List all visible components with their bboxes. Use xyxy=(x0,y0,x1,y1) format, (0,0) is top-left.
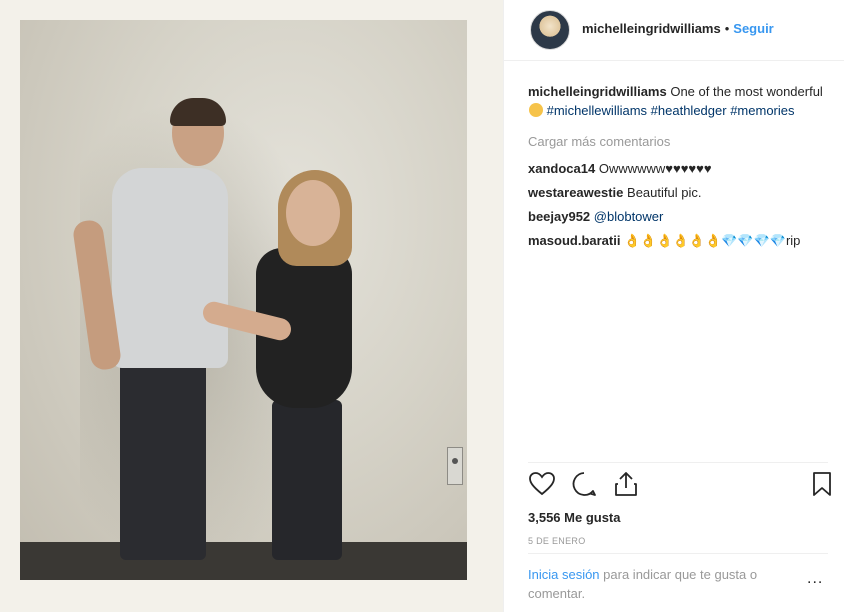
hashtag-link[interactable]: #memories xyxy=(730,103,794,118)
comment-mention-link[interactable]: @blobtower xyxy=(594,209,664,224)
wall-outlet xyxy=(447,447,463,485)
heart-icon[interactable] xyxy=(528,470,556,498)
follow-button[interactable]: Seguir xyxy=(733,21,773,36)
header-text: michelleingridwilliams • Seguir xyxy=(582,21,774,36)
more-options-icon[interactable]: ... xyxy=(807,570,823,588)
divider xyxy=(528,462,828,463)
post-sidebar: michelleingridwilliams • Seguir michellein… xyxy=(503,0,844,612)
comment-item: beejay952 @blobtower xyxy=(528,207,828,226)
load-more-comments-button[interactable]: Cargar más comentarios xyxy=(528,132,828,151)
post-photo[interactable] xyxy=(20,20,467,580)
post-date: 5 DE ENERO xyxy=(528,536,586,546)
likes-count[interactable]: 3,556 Me gusta xyxy=(528,510,621,525)
smile-emoji-icon xyxy=(529,103,543,117)
instagram-post: michelleingridwilliams • Seguir michellein… xyxy=(0,0,844,612)
comment-text: Owwwwww♥♥♥♥♥♥ xyxy=(598,161,712,176)
action-bar xyxy=(528,470,831,502)
comment-username[interactable]: xandoca14 xyxy=(528,161,595,176)
comment-username[interactable]: masoud.baratii xyxy=(528,233,620,248)
hashtag-link[interactable]: #heathledger xyxy=(651,103,727,118)
caption: michelleingridwilliams One of the most w… xyxy=(528,82,828,120)
header-separator: • xyxy=(724,21,730,36)
comment-item: xandoca14 Owwwwww♥♥♥♥♥♥ xyxy=(528,159,828,178)
comment-username[interactable]: westareawestie xyxy=(528,185,623,200)
caption-text: One of the most wonderful xyxy=(670,84,823,99)
post-photo-area xyxy=(0,0,503,612)
divider xyxy=(528,553,828,554)
comment-icon[interactable] xyxy=(570,470,598,498)
header-username[interactable]: michelleingridwilliams xyxy=(582,21,721,36)
login-prompt: Inicia sesión para indicar que te gusta … xyxy=(528,565,788,603)
comment-item: westareawestie Beautiful pic. xyxy=(528,183,828,202)
hashtag-link[interactable]: #michellewilliams xyxy=(547,103,647,118)
comment-username[interactable]: beejay952 xyxy=(528,209,590,224)
comments-section: michelleingridwilliams One of the most w… xyxy=(528,82,828,255)
comment-text: 👌👌👌👌👌👌💎💎💎💎rip xyxy=(624,233,801,248)
bookmark-icon[interactable] xyxy=(808,470,836,498)
caption-username[interactable]: michelleingridwilliams xyxy=(528,84,667,99)
photo-floor xyxy=(20,542,467,580)
comment-item: masoud.baratii 👌👌👌👌👌👌💎💎💎💎rip xyxy=(528,231,828,250)
share-icon[interactable] xyxy=(612,470,640,498)
post-header: michelleingridwilliams • Seguir xyxy=(504,0,844,61)
login-link[interactable]: Inicia sesión xyxy=(528,567,600,582)
comment-text: Beautiful pic. xyxy=(627,185,702,200)
avatar[interactable] xyxy=(530,10,570,50)
